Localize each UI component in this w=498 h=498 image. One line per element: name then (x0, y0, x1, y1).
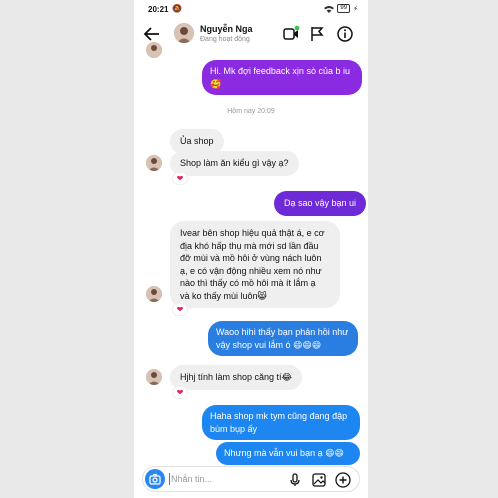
flag-icon[interactable] (308, 25, 326, 43)
gallery-icon[interactable] (311, 472, 327, 488)
heart-reaction[interactable]: ❤ (172, 172, 188, 185)
message-text: Dạ sao vậy bạn ui (284, 198, 357, 208)
message-outgoing[interactable]: Haha shop mk tym cũng đang đập bùm bụp ấ… (202, 405, 360, 440)
contact-avatar[interactable] (174, 23, 194, 43)
video-call-icon[interactable] (282, 25, 300, 43)
contact-name[interactable]: Nguyễn Nga (200, 24, 253, 34)
mute-icon: 🔕 (172, 4, 182, 13)
message-text: 🥰 (210, 78, 222, 89)
camera-button[interactable] (145, 469, 165, 489)
contact-avatar-small (146, 286, 162, 302)
message-incoming[interactable]: Ủa shop (170, 129, 224, 154)
message-timestamp: Hôm nay 20:09 (227, 108, 275, 115)
message-text: vậy shop vui lắm ó 😄😄😄 (216, 339, 322, 350)
message-text: Nhưng mà vẫn vui bạn ạ 😄😄 (224, 448, 344, 458)
chat-header: Nguyễn Nga Đang hoạt động (134, 18, 368, 50)
message-outgoing[interactable]: Hi. Mk đợi feedback xịn sò của b iu 🥰 (202, 60, 362, 95)
message-incoming[interactable]: Ivear bên shop hiệu quả thật á, e cơ địa… (170, 221, 340, 308)
message-list[interactable]: Hi. Mk đợi feedback xịn sò của b iu 🥰 Hô… (134, 42, 368, 465)
chat-screen: 20:21 🔕 99 ⚡ Nguyễn Nga Đang hoạt động H… (134, 0, 368, 498)
battery-icon: 99 (337, 4, 351, 13)
message-text-line: đỡ mùi và mồ hôi ở vùng nách luôn (180, 253, 322, 263)
status-icons: 99 ⚡ (324, 4, 358, 13)
contact-avatar-small (146, 369, 162, 385)
heart-reaction[interactable]: ❤ (172, 386, 188, 399)
message-incoming[interactable]: Hjhj tính làm shop căng tí😂 (170, 365, 303, 390)
contact-status: Đang hoạt động (200, 36, 250, 43)
message-text-line: và ko thấy mùi luôn😸 (180, 290, 267, 301)
message-text: Haha shop mk tym cũng đang đập (210, 411, 348, 421)
plus-icon[interactable] (335, 472, 351, 488)
info-icon[interactable] (336, 25, 354, 43)
contact-avatar-small (146, 42, 162, 58)
text-cursor (169, 473, 170, 485)
microphone-icon[interactable] (287, 472, 303, 488)
message-text-line: nào thì thấy có mồ hôi mà ít lắm ạ (180, 278, 316, 288)
message-outgoing[interactable]: Waoo hihi thấy bạn phản hồi như vậy shop… (208, 321, 358, 356)
message-incoming[interactable]: Shop làm ăn kiểu gì vậy ạ? (170, 151, 299, 176)
message-outgoing[interactable]: Nhưng mà vẫn vui bạn ạ 😄😄 (216, 442, 360, 465)
message-text-line: địa khó hấp thụ mà mới sd lần đầu (180, 240, 319, 251)
camera-icon (149, 473, 161, 485)
message-text: Waoo hihi thấy bạn phản hồi như (216, 327, 349, 337)
status-bar: 20:21 🔕 99 ⚡ (134, 0, 368, 18)
contact-avatar-small (146, 155, 162, 171)
message-text: bùm bụp ấy (210, 423, 258, 434)
message-composer[interactable]: Nhắn tin... (142, 466, 360, 492)
status-time: 20:21 (148, 5, 169, 14)
message-outgoing[interactable]: Dạ sao vậy bạn ui (274, 191, 367, 216)
back-arrow-icon[interactable] (142, 24, 162, 44)
message-text: Hi. Mk đợi feedback xịn sò của b iu (210, 66, 350, 76)
message-text: Ủa shop (180, 136, 214, 146)
wifi-icon (324, 5, 335, 13)
charging-icon: ⚡ (353, 5, 358, 13)
message-text-line: Ivear bên shop hiệu quả thật á, e cơ (180, 228, 325, 238)
message-text: Hjhj tính làm shop căng tí😂 (180, 372, 293, 382)
heart-reaction[interactable]: ❤ (172, 303, 188, 316)
message-text: Shop làm ăn kiểu gì vậy ạ? (180, 158, 289, 168)
message-text-line: ạ, e có vận động nhiều xem nó như (180, 265, 322, 276)
message-input[interactable]: Nhắn tin... (171, 474, 212, 484)
